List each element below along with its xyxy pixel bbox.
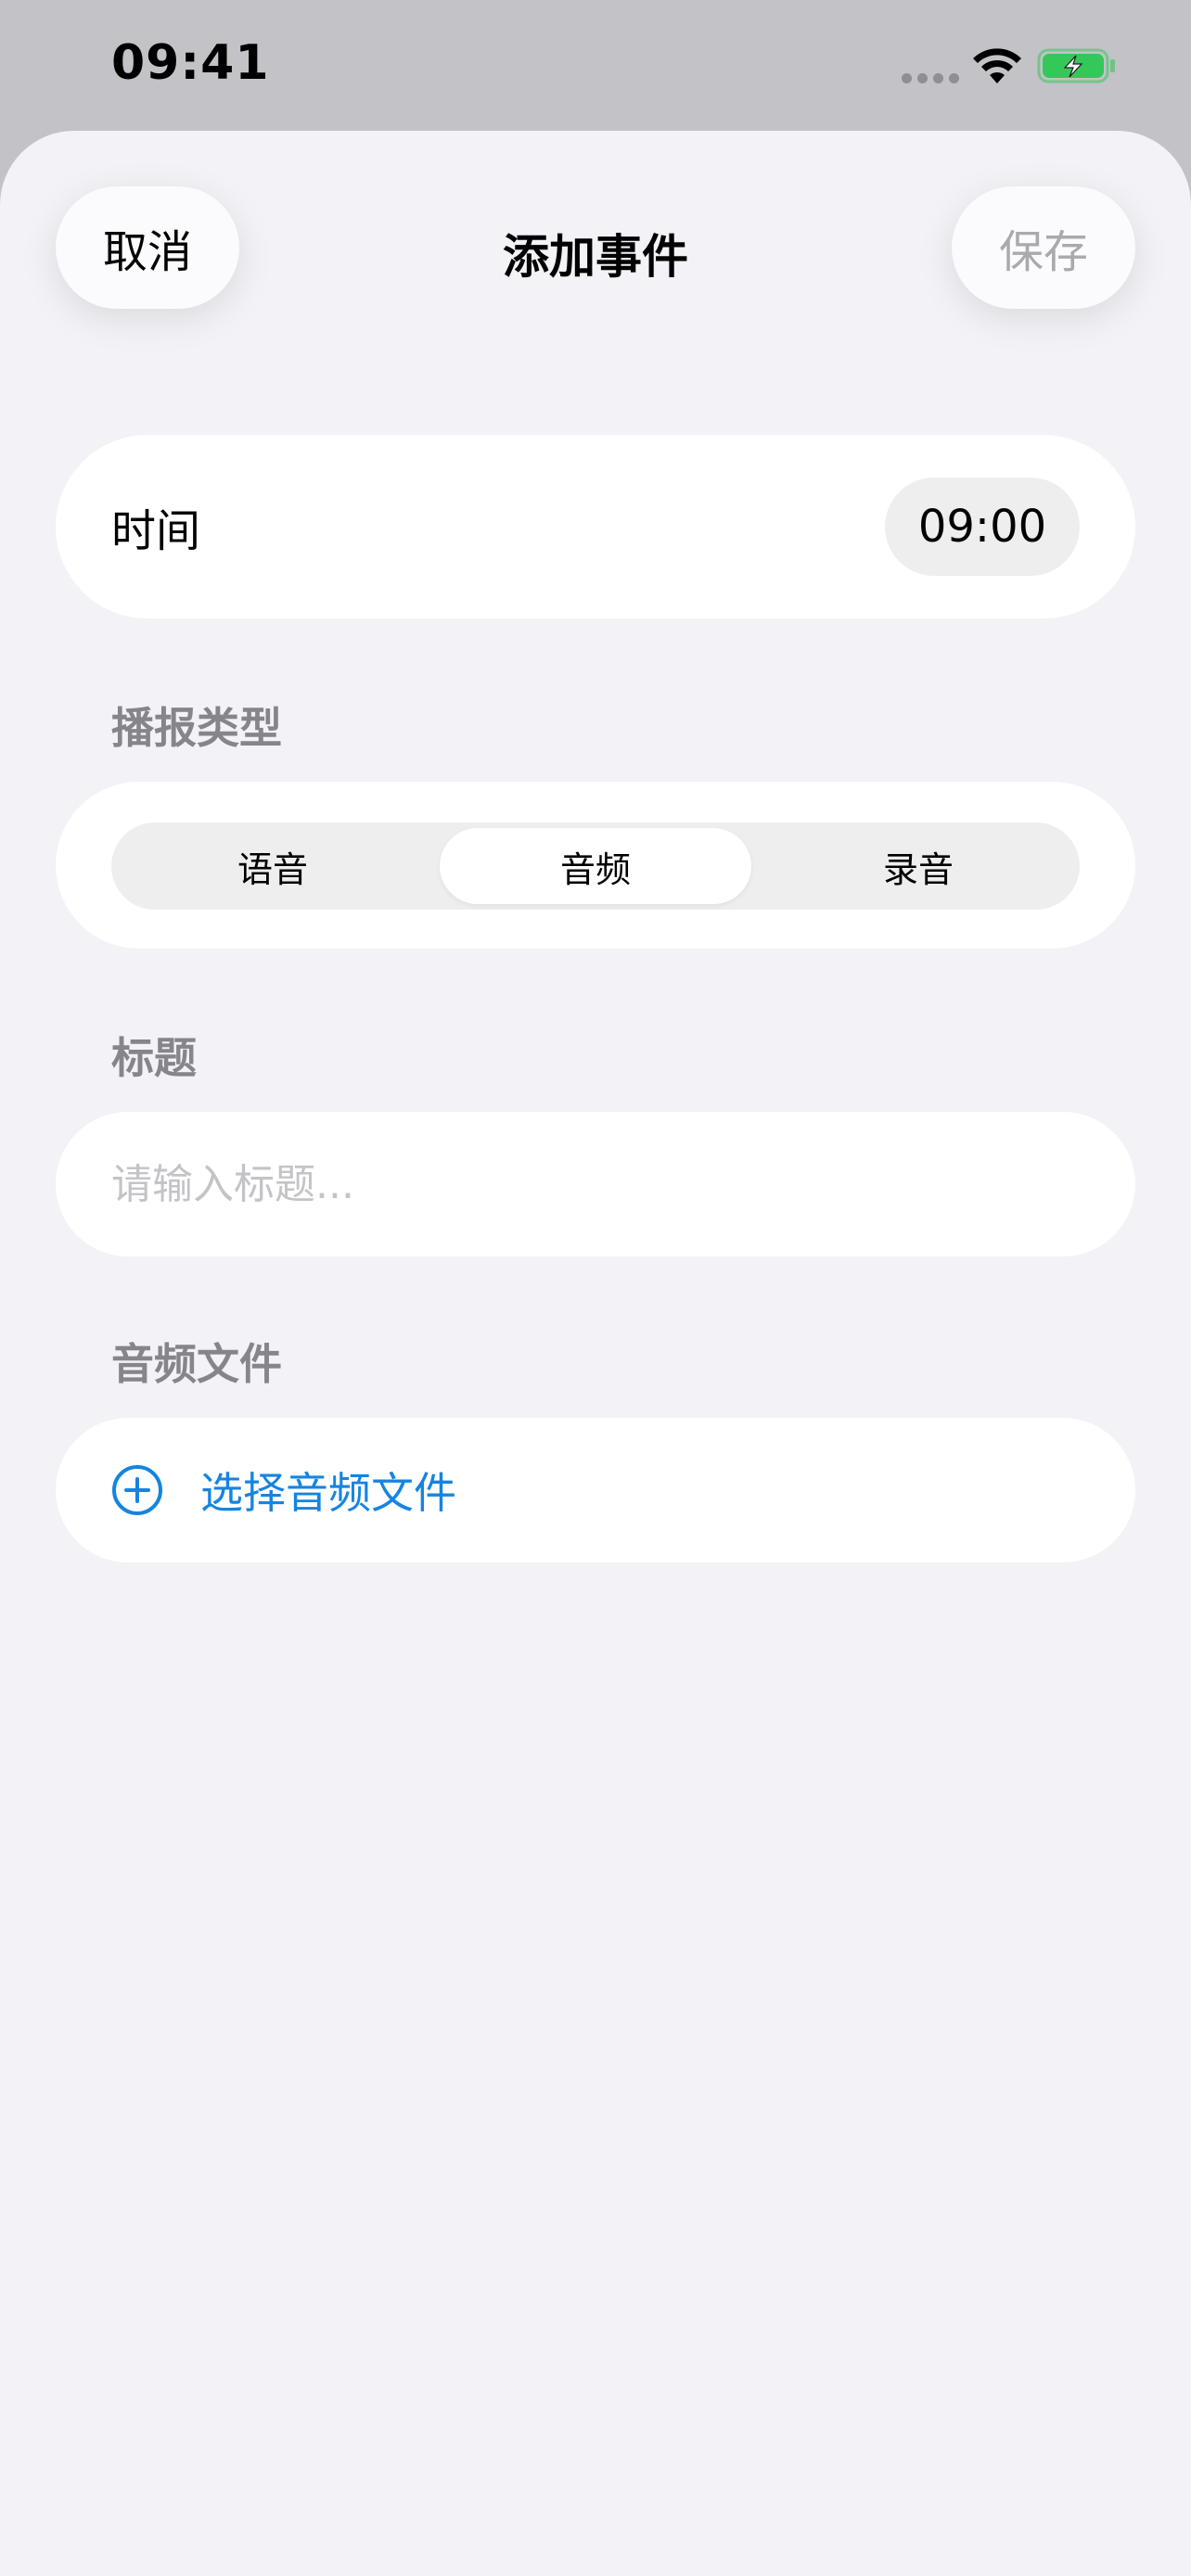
segment-recording[interactable]: 录音 [762, 828, 1074, 904]
plus-circle-icon [112, 1465, 162, 1515]
audio-file-section-label: 音频文件 [111, 1339, 282, 1389]
cellular-signal-icon [902, 73, 959, 83]
select-audio-file-button[interactable]: 选择音频文件 [56, 1418, 1135, 1562]
add-event-sheet: 取消 添加事件 保存 时间 09:00 播报类型 语音 音频 录音 标题 音频文… [0, 131, 1191, 2576]
segment-audio[interactable]: 音频 [440, 828, 751, 904]
status-time: 09:41 [111, 35, 270, 91]
title-input[interactable] [111, 1112, 1080, 1256]
broadcast-type-segmented-control: 语音 音频 录音 [111, 823, 1080, 910]
time-label: 时间 [111, 505, 201, 557]
select-audio-file-label: 选择音频文件 [200, 1468, 456, 1518]
battery-charging-icon [1037, 48, 1115, 83]
time-picker-button[interactable]: 09:00 [885, 478, 1080, 576]
broadcast-type-card: 语音 音频 录音 [56, 782, 1135, 949]
title-card [56, 1112, 1135, 1256]
save-button[interactable]: 保存 [952, 186, 1135, 309]
wifi-icon [973, 48, 1021, 83]
status-bar: 09:41 [0, 0, 1191, 131]
segment-voice[interactable]: 语音 [117, 828, 429, 904]
broadcast-type-label: 播报类型 [111, 703, 282, 753]
time-row: 时间 09:00 [56, 435, 1135, 618]
title-section-label: 标题 [111, 1033, 197, 1083]
